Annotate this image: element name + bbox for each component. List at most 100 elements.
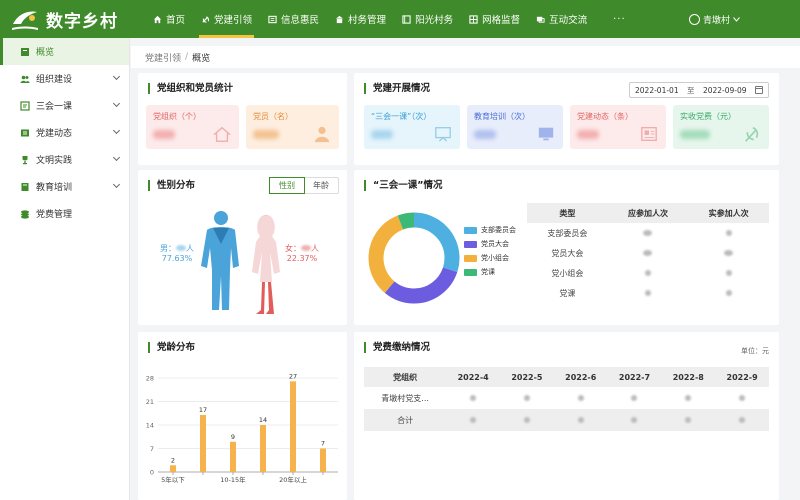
more-icon: ··· [613, 13, 626, 25]
cell-blurred [688, 243, 769, 263]
dues-table: 党组织 2022-4 2022-5 2022-6 2022-7 2022-8 2… [364, 367, 769, 431]
sidebar-item-education[interactable]: 教育培训 [0, 173, 129, 200]
stat-value-blurred [577, 130, 599, 139]
tab-age[interactable]: 年龄 [304, 178, 338, 193]
x-tick-label: 5年以下 [161, 475, 185, 484]
user-name: 青墩村 [702, 15, 730, 26]
sidebar-item-meetings[interactable]: 三会一课 [0, 92, 129, 119]
cell-blurred [688, 263, 769, 283]
bar-value-label: 27 [289, 372, 297, 380]
overview-icon [21, 47, 29, 56]
gender-age-toggle: 性别 年龄 [269, 177, 339, 194]
home-icon [153, 15, 162, 23]
breadcrumb-current: 概览 [192, 53, 211, 64]
bar-value-label: 9 [231, 433, 235, 441]
table-row: 党小组会 [527, 263, 769, 283]
card-title: 党龄分布 [148, 342, 195, 353]
nav-item-label: 互动交流 [549, 15, 588, 26]
nav-item-party-building[interactable]: 党建引领 [193, 0, 260, 38]
nav-item-sunshine[interactable]: 阳光村务 [394, 0, 461, 38]
female-stat: 女： 人 22.37% [285, 244, 319, 264]
bar-value-label: 17 [199, 406, 207, 414]
nav-more-button[interactable]: ··· [595, 0, 644, 38]
cell-blurred [688, 223, 769, 243]
stat-value-blurred [371, 130, 393, 139]
female-unit: 人 [311, 244, 319, 253]
nav-item-interaction[interactable]: 互动交流 [528, 0, 595, 38]
bar[interactable] [260, 425, 266, 472]
bar[interactable] [320, 448, 326, 473]
meeting-icon [20, 100, 30, 111]
breadcrumb-parent[interactable]: 党建引领 [145, 51, 181, 64]
female-figure-icon [252, 215, 280, 314]
date-separator: 至 [687, 85, 695, 95]
sidebar-item-label: 组织建设 [36, 75, 73, 85]
sidebar-item-label: 三会一课 [36, 102, 73, 112]
legend-swatch [464, 254, 477, 262]
sidebar-item-overview[interactable]: 概览 [0, 38, 129, 65]
legend-label: 支部委员会 [481, 226, 516, 234]
chevron-down-icon [112, 180, 121, 189]
stat-party-members[interactable]: 党员（名） [246, 105, 339, 149]
column-header: 实参加人次 [688, 203, 769, 223]
stat-education[interactable]: 教育培训（次） [467, 105, 563, 149]
cell-blurred [608, 263, 689, 283]
nav-item-village-affairs[interactable]: 村务管理 [327, 0, 394, 38]
cell-blurred [608, 243, 689, 263]
sidebar: 概览 组织建设 三会一课 党建动态 文明实践 教育培训 党费管理 [0, 38, 130, 500]
nav-item-label: 信息惠民 [281, 15, 320, 26]
party-age-card: 党龄分布 0 7 14 21 28 2 5年以下 17 9 10-15年 14 27 20年以上 7 [138, 332, 347, 500]
bar[interactable] [290, 381, 296, 472]
bar[interactable] [230, 441, 236, 472]
user-menu[interactable]: 青墩村 [688, 0, 740, 38]
card-title: 党组织和党员统计 [148, 83, 233, 94]
stat-meetings[interactable]: “三会一课”（次） [364, 105, 460, 149]
breadcrumb: 党建引领 / 概览 [131, 46, 800, 68]
stat-label: 实收党费（元） [680, 112, 736, 121]
nav-item-label: 党建引领 [214, 15, 253, 26]
table-header-row: 党组织 2022-4 2022-5 2022-6 2022-7 2022-8 2… [364, 367, 769, 387]
logo[interactable]: 数字乡村 [0, 6, 145, 32]
stat-label: 教育培训（次） [474, 112, 530, 121]
card-title: 党建开展情况 [364, 83, 430, 94]
cell-blurred [446, 387, 500, 409]
user-avatar-icon [688, 13, 700, 25]
cell-blurred [608, 387, 662, 409]
bar[interactable] [170, 465, 176, 472]
tab-gender[interactable]: 性别 [269, 177, 305, 194]
stat-party-orgs[interactable]: 党组织（个） [146, 105, 239, 149]
logo-text: 数字乡村 [46, 11, 118, 32]
sidebar-item-label: 概览 [36, 48, 55, 58]
stat-party-news[interactable]: 党建动态（条） [570, 105, 666, 149]
nav-item-grid[interactable]: 网格监督 [461, 0, 528, 38]
column-header: 2022-9 [715, 367, 769, 387]
sidebar-item-party-news[interactable]: 党建动态 [0, 119, 129, 146]
stat-dues-received[interactable]: 实收党费（元） [673, 105, 769, 149]
nav-item-info[interactable]: 信息惠民 [260, 0, 327, 38]
column-header: 2022-8 [661, 367, 716, 387]
male-percentage: 77.63% [161, 254, 193, 263]
nav-item-label: 首页 [166, 15, 186, 26]
screen-icon [538, 127, 554, 141]
house-icon [213, 126, 231, 142]
party-emblem-icon [202, 15, 210, 23]
sidebar-item-organization[interactable]: 组织建设 [0, 65, 129, 92]
chevron-down-icon [112, 126, 121, 135]
column-header: 党组织 [364, 367, 447, 387]
people-icon [20, 75, 30, 83]
board-icon [435, 127, 451, 142]
date-range-picker[interactable]: 2022-01-01 至 2022-09-09 [629, 82, 769, 98]
bar-value-label: 2 [171, 456, 175, 464]
row-label: 合计 [397, 415, 414, 425]
nav-item-home[interactable]: 首页 [145, 0, 193, 38]
male-count-blurred [176, 245, 186, 251]
bar[interactable] [200, 414, 206, 472]
gender-distribution-card: 性别分布 性别 年龄 男： 人 77.63% 女： 人 22.37% [138, 170, 347, 325]
stat-value-blurred [253, 130, 279, 139]
column-header: 2022-7 [607, 367, 662, 387]
legend-label: 党员大会 [481, 240, 509, 248]
sidebar-item-dues[interactable]: 党费管理 [0, 200, 129, 227]
legend-swatch [464, 268, 477, 276]
sidebar-item-civilization[interactable]: 文明实践 [0, 146, 129, 173]
y-tick-label: 21 [146, 398, 154, 406]
